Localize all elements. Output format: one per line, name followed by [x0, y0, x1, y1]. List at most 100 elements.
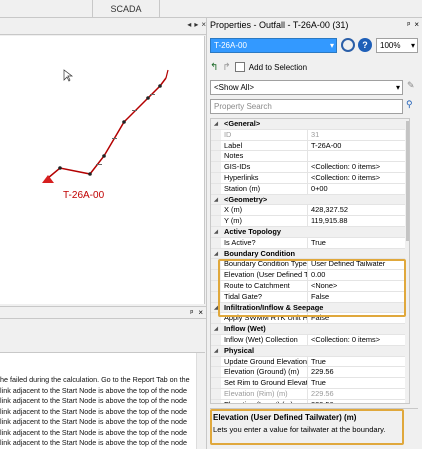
close-icon[interactable]: ×: [414, 20, 419, 29]
messages-scrollbar[interactable]: [196, 353, 205, 449]
property-value[interactable]: 428,327.52: [308, 205, 409, 215]
property-value[interactable]: 119,915.88: [308, 216, 409, 226]
property-category-row[interactable]: ◢ <General>: [211, 119, 409, 130]
category-filter-value: <Show All>: [214, 83, 255, 92]
property-label: Y (m): [221, 216, 308, 226]
collapse-icon[interactable]: ◢: [211, 248, 221, 259]
property-row[interactable]: X (m) 428,327.52: [211, 205, 409, 217]
category-filter-select[interactable]: <Show All> ▾: [210, 80, 403, 95]
property-value[interactable]: User Defined Tailwater: [308, 259, 409, 269]
property-category-row[interactable]: ◢ <Geometry>: [211, 194, 409, 206]
forward-icon[interactable]: ↱: [222, 62, 230, 73]
property-row[interactable]: Notes: [211, 151, 409, 163]
edit-icon[interactable]: ✎: [407, 80, 420, 95]
node-label[interactable]: T-26A-00: [63, 190, 104, 201]
pin-icon[interactable]: ᵖ: [190, 308, 193, 317]
property-value[interactable]: 229.56: [308, 400, 409, 403]
property-row[interactable]: Label T-26A-00: [211, 140, 409, 152]
property-value[interactable]: True: [308, 357, 409, 367]
zoom-to-element-icon[interactable]: [341, 38, 355, 52]
property-category-row[interactable]: ◢ Active Topology: [211, 227, 409, 238]
node-marker[interactable]: [158, 84, 162, 88]
pipe-link-secondary[interactable]: [165, 69, 169, 79]
property-value[interactable]: 229.56: [308, 389, 409, 399]
property-row[interactable]: Inflow (Wet) Collection <Collection: 0 it…: [211, 335, 409, 346]
element-select[interactable]: T-26A-00 ▾: [210, 38, 337, 53]
property-value[interactable]: 229.56: [308, 367, 409, 377]
property-category-row[interactable]: ◢ Inflow (Wet): [211, 324, 409, 335]
property-row[interactable]: Apply SWMM RTK Unit H False: [211, 313, 409, 325]
message-row[interactable]: link adjacent to the Start Node is above…: [0, 417, 200, 428]
property-value[interactable]: False: [308, 292, 409, 302]
property-value[interactable]: [308, 151, 409, 161]
collapse-icon[interactable]: ◢: [211, 324, 221, 334]
tab-scada[interactable]: SCADA: [92, 0, 160, 18]
row-gutter: [211, 162, 221, 172]
message-row[interactable]: link adjacent to the Start Node is above…: [0, 386, 200, 397]
property-row[interactable]: Y (m) 119,915.88: [211, 216, 409, 227]
collapse-icon[interactable]: ◢: [211, 194, 221, 205]
back-icon[interactable]: ↰: [210, 62, 218, 73]
property-row[interactable]: ID 31: [211, 129, 409, 141]
property-value[interactable]: True: [308, 238, 409, 248]
scrollbar-thumb[interactable]: [406, 121, 409, 241]
property-category-row[interactable]: ◢ Physical: [211, 345, 409, 357]
property-value[interactable]: T-26A-00: [308, 141, 409, 151]
pipe-link[interactable]: [47, 77, 167, 179]
row-gutter: [211, 367, 221, 378]
property-row[interactable]: Boundary Condition Type User Defined Tail…: [211, 259, 409, 271]
property-row[interactable]: Elevation (Rim) (m) 229.56: [211, 389, 409, 400]
message-row[interactable]: link adjacent to the Start Node is above…: [0, 438, 200, 449]
node-marker[interactable]: [88, 172, 92, 176]
property-category-label: <General>: [224, 119, 261, 128]
zoom-select[interactable]: 100% ▾: [376, 38, 418, 53]
message-row[interactable]: link adjacent to the Start Node is above…: [0, 428, 200, 439]
scroll-right-icon[interactable]: ▸: [194, 20, 198, 29]
collapse-icon[interactable]: ◢: [211, 302, 221, 313]
collapse-icon[interactable]: ◢: [211, 119, 221, 129]
node-marker[interactable]: [102, 154, 106, 158]
property-value[interactable]: 31: [308, 130, 409, 140]
pin-icon[interactable]: ᵖ: [407, 20, 410, 29]
property-value[interactable]: True: [308, 378, 409, 388]
node-marker[interactable]: [122, 120, 126, 124]
property-row[interactable]: Update Ground Elevation True: [211, 356, 409, 368]
property-category-row[interactable]: ◢ Infiltration/Inflow & Seepage: [211, 302, 409, 314]
properties-pane: Properties - Outfall - T-26A-00 (31) ᵖ ×…: [206, 18, 422, 449]
message-row[interactable]: link adjacent to the Start Node is above…: [0, 407, 200, 418]
property-row[interactable]: Elevation (User Defined T 0.00: [211, 270, 409, 281]
property-value[interactable]: 0+00: [308, 184, 409, 194]
property-value[interactable]: 0.00: [308, 270, 409, 280]
property-value[interactable]: <Collection: 0 items>: [308, 173, 409, 183]
property-row[interactable]: Elevation (Invert) (m)229.56: [211, 399, 409, 403]
property-value[interactable]: False: [308, 313, 409, 323]
drawing-canvas[interactable]: T-26A-00: [0, 36, 205, 304]
property-row[interactable]: Elevation (Ground) (m) 229.56: [211, 367, 409, 379]
property-row[interactable]: GIS-IDs <Collection: 0 items>: [211, 162, 409, 173]
node-marker[interactable]: [58, 166, 62, 170]
help-icon[interactable]: ?: [358, 38, 372, 52]
close-icon[interactable]: ×: [198, 308, 203, 317]
property-category-row[interactable]: ◢ Boundary Condition: [211, 248, 409, 260]
property-value[interactable]: <Collection: 0 items>: [308, 335, 409, 345]
scroll-left-icon[interactable]: ◂: [187, 20, 191, 29]
property-label: Route to Catchment: [221, 281, 308, 291]
property-row[interactable]: Hyperlinks <Collection: 0 items>: [211, 173, 409, 184]
search-icon[interactable]: ⚲: [406, 99, 421, 114]
message-row[interactable]: link adjacent to the Start Node is above…: [0, 396, 200, 407]
property-row[interactable]: Is Active? True: [211, 237, 409, 249]
property-search-input[interactable]: Property Search: [210, 99, 403, 114]
property-row[interactable]: Set Rim to Ground Elevati True: [211, 378, 409, 389]
message-row[interactable]: he failed during the calculation. Go to …: [0, 375, 200, 386]
property-row[interactable]: Route to Catchment <None>: [211, 281, 409, 292]
node-marker[interactable]: [146, 96, 150, 100]
collapse-icon[interactable]: ◢: [211, 227, 221, 237]
row-gutter: [211, 335, 221, 345]
add-to-selection-checkbox[interactable]: [234, 62, 245, 72]
collapse-icon[interactable]: ◢: [211, 345, 221, 356]
property-row[interactable]: Station (m) 0+00: [211, 183, 409, 195]
property-row[interactable]: Tidal Gate? False: [211, 291, 409, 303]
property-value[interactable]: <Collection: 0 items>: [308, 162, 409, 172]
property-value[interactable]: <None>: [308, 281, 409, 291]
outfall-icon[interactable]: [42, 175, 54, 183]
